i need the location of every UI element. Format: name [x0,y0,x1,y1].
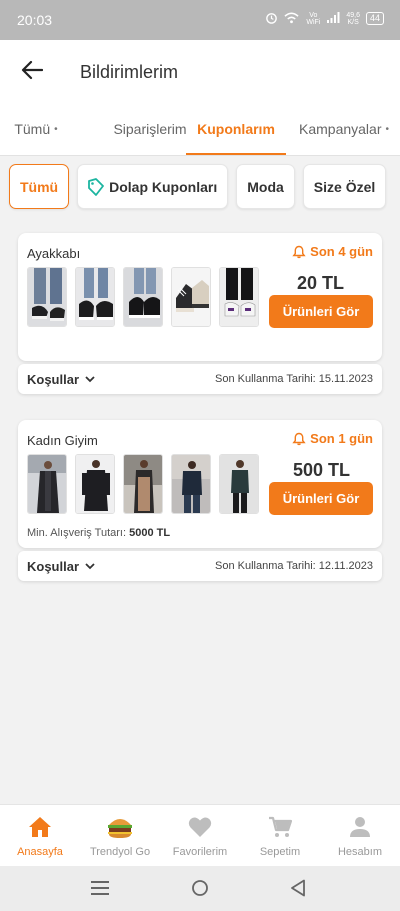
net-speed-unit: K/S [347,18,359,26]
net-speed: 49,6 K/S [346,12,360,26]
view-products-button[interactable]: Ürünleri Gör [269,295,373,328]
back-button[interactable] [18,56,46,84]
nav-account[interactable]: Hesabım [320,805,400,867]
signal-icon [327,12,340,25]
tab-coupons[interactable]: Kuponlarım [186,102,286,156]
tab-label: Siparişlerim [113,121,187,137]
expiry-date: Son Kullanma Tarihi: 12.11.2023 [215,560,373,572]
coupon-conditions-row: Koşullar Son Kullanma Tarihi: 15.11.2023 [18,364,382,394]
product-thumbnails [27,454,259,514]
bell-icon [292,245,306,258]
heart-icon [188,814,212,840]
nav-label: Sepetim [259,846,301,858]
user-icon [349,814,371,840]
product-thumbnail[interactable] [27,267,67,327]
cart-icon [268,814,292,840]
coupon-card: Kadın Giyim Son 1 gün 500 TL Ürünleri Gö… [18,420,382,548]
nav-cart[interactable]: Sepetim [240,805,320,867]
net-speed-value: 49,6 [346,11,360,19]
product-thumbnails [27,267,259,327]
chip-label: Dolap Kuponları [109,178,218,195]
tab-label: Tümü [14,121,51,137]
product-thumbnail[interactable] [171,454,211,514]
chevron-down-icon [85,376,95,383]
days-left-text: Son 4 gün [310,244,373,259]
burger-icon [106,814,134,840]
arrow-left-icon [21,60,43,80]
filter-chip-size-ozel[interactable]: Size Özel [302,164,387,209]
chip-label: Size Özel [313,178,376,195]
chip-label: Tümü [20,178,59,195]
product-thumbnail[interactable] [27,454,67,514]
days-left-badge: Son 1 gün [292,431,373,446]
conditions-toggle[interactable]: Koşullar [27,372,95,387]
product-thumbnail[interactable] [219,454,259,514]
chip-label: Moda [247,178,284,195]
status-icons: Vo WiFi 49,6 K/S 44 [265,11,384,26]
coupon-amount: 500 TL [292,460,350,480]
coupon-conditions-row: Koşullar Son Kullanma Tarihi: 12.11.2023 [18,551,382,581]
expiry-date: Son Kullanma Tarihi: 15.11.2023 [215,373,373,385]
system-navigation-bar [0,866,400,911]
dolap-tag-icon [88,177,105,196]
coupon-amount: 20 TL [296,273,344,293]
unread-dot: • [54,123,58,135]
coupon-category: Kadın Giyim [27,433,98,448]
min-purchase-label: Min. Alışveriş Tutarı: [27,527,127,539]
tab-campaigns[interactable]: Kampanyalar • [292,102,400,156]
recents-button[interactable] [90,878,110,898]
app-header: Bildirimlerim [0,40,400,102]
coupon-card: Ayakkabı Son 4 gün 20 TL Ürünleri Gör [18,233,382,361]
circle-icon [192,880,208,896]
nav-trendyol-go[interactable]: Trendyol Go [80,805,160,867]
days-left-badge: Son 4 gün [292,244,373,259]
min-purchase-amount: Min. Alışveriş Tutarı: 5000 TL [27,527,170,539]
bell-icon [292,432,306,445]
filter-chip-all[interactable]: Tümü [9,164,70,209]
min-purchase-value: 5000 TL [129,527,171,539]
conditions-label: Koşullar [27,372,80,387]
back-system-button[interactable] [288,878,308,898]
home-icon [28,814,52,840]
product-thumbnail[interactable] [219,267,259,327]
nav-favorites[interactable]: Favorilerim [160,805,240,867]
filter-chip-dolap[interactable]: Dolap Kuponları [77,164,229,209]
menu-icon [91,881,109,895]
product-thumbnail[interactable] [75,454,115,514]
nav-label: Favorilerim [172,846,228,858]
bottom-navigation: Anasayfa Trendyol Go Favorilerim Sepetim… [0,804,400,866]
tab-all[interactable]: Tümü • [0,102,72,156]
tab-label: Kuponlarım [197,121,275,137]
triangle-back-icon [291,879,305,897]
filter-chip-moda[interactable]: Moda [236,164,295,209]
unread-dot: • [385,123,390,135]
alarm-icon [265,11,278,26]
product-thumbnail[interactable] [171,267,211,327]
status-bar: 20:03 Vo WiFi 49,6 K/S 44 [0,0,400,40]
tab-label: Kampanyalar [299,121,382,137]
nav-label: Trendyol Go [89,846,151,858]
view-products-button[interactable]: Ürünleri Gör [269,482,373,515]
coupon-filters: Tümü Dolap Kuponları Moda Size Özel [9,164,387,209]
coupon-category: Ayakkabı [27,246,81,261]
vowifi-label: Vo WiFi [306,11,321,26]
page-title: Bildirimlerim [80,62,178,82]
days-left-text: Son 1 gün [310,431,373,446]
nav-home[interactable]: Anasayfa [0,805,80,867]
wifi-icon [284,12,299,26]
product-thumbnail[interactable] [123,454,163,514]
product-thumbnail[interactable] [123,267,163,327]
conditions-label: Koşullar [27,559,80,574]
nav-label: Anasayfa [17,846,63,858]
product-thumbnail[interactable] [75,267,115,327]
nav-label: Hesabım [337,846,383,858]
chevron-down-icon [85,563,95,570]
notification-tabs: Tümü • Siparişlerim Kuponlarım Kampanyala… [0,102,400,156]
active-tab-indicator [186,153,286,155]
battery-indicator: 44 [365,12,384,25]
status-time: 20:03 [17,12,53,28]
conditions-toggle[interactable]: Koşullar [27,559,95,574]
home-system-button[interactable] [190,878,210,898]
